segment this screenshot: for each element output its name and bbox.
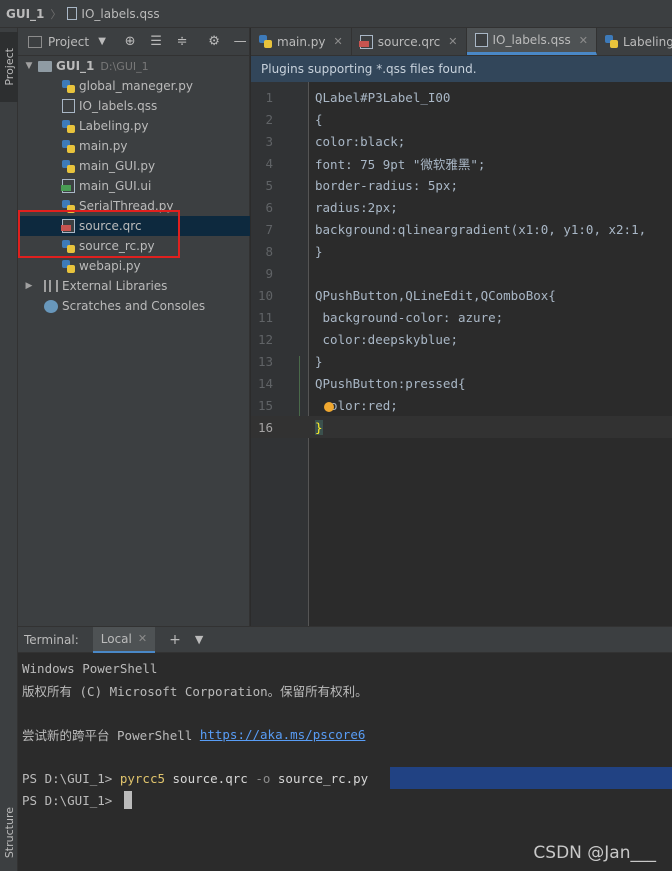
tool-tab-project[interactable]: Project: [0, 32, 18, 102]
chevron-down-icon[interactable]: ▼: [195, 633, 203, 646]
project-panel: Project ▼ ⊕ ☰ ≑ ⚙ — ▼ GUI_1 D:\GUI_1 glo…: [18, 28, 250, 626]
breadcrumb-file[interactable]: IO_labels.qss: [81, 7, 159, 21]
tree-file-serialthread[interactable]: SerialThread.py: [18, 196, 250, 216]
code-line: 15 olor:red;: [257, 397, 398, 413]
code-line: 13}: [257, 353, 323, 369]
tab-main-py[interactable]: main.py ✕: [251, 28, 352, 55]
code-area[interactable]: 1 QLabel#P3Label_I00 2{ 3 color:black; 4 fo…: [251, 82, 672, 626]
terminal-line: 尝试新的跨平台 PowerShell https://aka.ms/pscore…: [22, 726, 366, 743]
chevron-right-icon: 〉: [50, 7, 62, 21]
chevron-down-icon[interactable]: ▼: [95, 36, 109, 47]
gear-icon[interactable]: ⚙: [207, 34, 221, 49]
pscore-link[interactable]: https://aka.ms/pscore6: [200, 727, 366, 742]
close-icon[interactable]: ✕: [579, 34, 588, 47]
editor-panel: main.py ✕ source.qrc ✕ IO_labels.qss ✕ L…: [251, 28, 672, 626]
terminal-header: Terminal: Local ✕ + ▼: [18, 626, 672, 653]
terminal-prompt-line: PS D:\GUI_1>: [22, 789, 672, 811]
code-line: 10 QPushButton,QLineEdit,QComboBox{: [257, 287, 556, 303]
tree-external-libraries[interactable]: ▶ External Libraries: [18, 276, 250, 296]
text-cursor: [123, 791, 132, 809]
code-line: 8}: [265, 243, 323, 259]
project-tree: ▼ GUI_1 D:\GUI_1 global_maneger.py IO_la…: [18, 56, 250, 316]
code-line: 3 color:black;: [265, 133, 406, 149]
text-file-icon: [474, 33, 488, 47]
terminal-panel: Terminal: Local ✕ + ▼ Windows PowerShell…: [18, 626, 672, 871]
qrc-file-icon: [358, 34, 373, 49]
code-line: 14 QPushButton:pressed{: [257, 375, 466, 391]
code-line: 12 color:deepskyblue;: [257, 331, 458, 347]
terminal-tab-local[interactable]: Local ✕: [92, 626, 156, 653]
terminal-output[interactable]: Windows PowerShell 版权所有 (C) Microsoft Co…: [22, 657, 672, 811]
python-file-icon: [62, 199, 75, 213]
tab-source-qrc[interactable]: source.qrc ✕: [352, 28, 467, 55]
tree-file-main-gui-py[interactable]: main_GUI.py: [18, 156, 250, 176]
code-line: 5 border-radius: 5px;: [265, 177, 458, 193]
code-line: 2{: [265, 111, 323, 127]
code-line: 9: [265, 265, 273, 281]
code-line: 6 radius:2px;: [265, 199, 398, 215]
tree-file-webapi[interactable]: webapi.py: [18, 256, 250, 276]
ui-file-icon: [61, 179, 75, 193]
terminal-title: Terminal:: [24, 632, 79, 647]
close-icon[interactable]: ✕: [334, 35, 343, 48]
selection-highlight: [390, 767, 672, 789]
minimize-icon[interactable]: —: [233, 34, 247, 49]
tree-file-main[interactable]: main.py: [18, 136, 250, 156]
project-view-selector[interactable]: Project: [48, 35, 89, 49]
library-icon: [44, 280, 58, 292]
navigation-bar: GUI_1 〉 IO_labels.qss: [0, 0, 672, 28]
tree-file-source-rc[interactable]: source_rc.py: [18, 236, 250, 256]
python-file-icon: [259, 35, 272, 48]
terminal-line: 版权所有 (C) Microsoft Corporation。保留所有权利。: [22, 683, 368, 699]
python-file-icon: [62, 159, 75, 173]
lightbulb-icon[interactable]: [324, 402, 334, 412]
plugin-notification-banner[interactable]: Plugins supporting *.qss files found.: [251, 56, 672, 82]
chevron-down-icon[interactable]: ▼: [24, 61, 34, 71]
breadcrumb-project[interactable]: GUI_1: [6, 7, 44, 21]
code-line: 1 QLabel#P3Label_I00: [265, 89, 451, 105]
tab-io-labels-qss[interactable]: IO_labels.qss ✕: [466, 28, 597, 55]
tree-file-main-gui-ui[interactable]: main_GUI.ui: [18, 176, 250, 196]
scratches-icon: [44, 299, 58, 313]
close-icon[interactable]: ✕: [138, 632, 147, 645]
tree-file-io-labels[interactable]: IO_labels.qss: [18, 96, 250, 116]
expand-all-icon[interactable]: ≑: [175, 34, 189, 49]
code-line: 11 background-color: azure;: [257, 309, 504, 325]
tool-tab-structure[interactable]: Structure: [0, 798, 18, 868]
folder-icon: [38, 60, 52, 72]
code-line-current: 16}: [251, 416, 672, 438]
plus-icon[interactable]: +: [169, 632, 181, 648]
code-line: 4 font: 75 9pt "微软雅黑";: [265, 155, 486, 172]
project-view-icon: [28, 35, 42, 48]
file-icon: [67, 7, 78, 20]
python-file-icon: [62, 139, 75, 153]
python-file-icon: [62, 239, 75, 253]
python-file-icon: [62, 119, 75, 133]
locate-file-icon[interactable]: ⊕: [123, 34, 137, 49]
editor-tabs: main.py ✕ source.qrc ✕ IO_labels.qss ✕ L…: [251, 28, 672, 56]
tree-file-labeling[interactable]: Labeling.py: [18, 116, 250, 136]
text-file-icon: [62, 99, 75, 113]
tab-labeling-py[interactable]: Labeling.py: [597, 28, 672, 55]
tree-root-folder[interactable]: ▼ GUI_1 D:\GUI_1: [18, 56, 250, 76]
tree-file-global-maneger[interactable]: global_maneger.py: [18, 76, 250, 96]
collapse-all-icon[interactable]: ☰: [149, 34, 163, 49]
code-line: 7 background:qlineargradient(x1:0, y1:0, …: [265, 221, 647, 237]
python-file-icon: [62, 259, 75, 273]
python-file-icon: [62, 79, 75, 93]
left-tool-strip: Project Structure: [0, 28, 18, 871]
watermark: CSDN @Jan___: [533, 843, 656, 863]
tree-file-source-qrc[interactable]: source.qrc: [18, 216, 250, 236]
close-icon[interactable]: ✕: [448, 35, 457, 48]
qrc-file-icon: [61, 219, 75, 233]
project-panel-header: Project ▼ ⊕ ☰ ≑ ⚙ —: [18, 28, 249, 56]
tree-scratches-consoles[interactable]: Scratches and Consoles: [18, 296, 250, 316]
python-file-icon: [604, 35, 618, 48]
chevron-right-icon[interactable]: ▶: [24, 281, 34, 291]
terminal-line: Windows PowerShell: [22, 660, 158, 676]
terminal-command-line: PS D:\GUI_1> pyrcc5 source.qrc -o source…: [22, 767, 672, 789]
